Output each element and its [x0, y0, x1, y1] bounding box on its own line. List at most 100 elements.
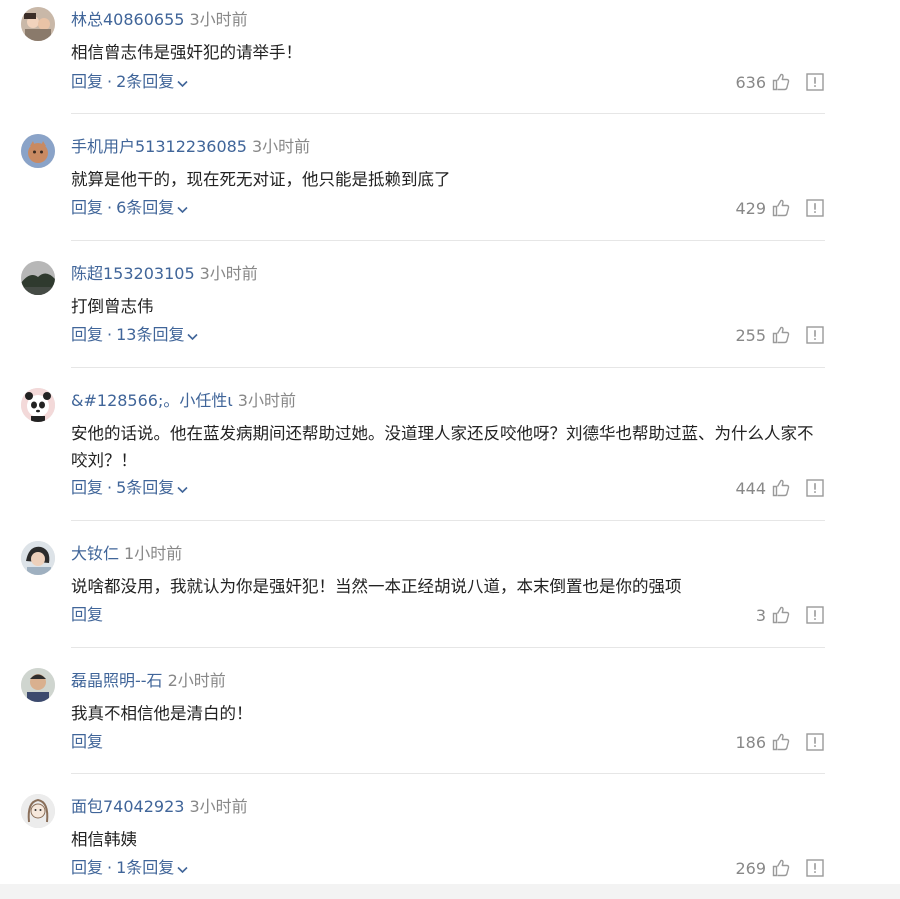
chevron-down-icon: [177, 478, 188, 500]
comment-time: 3小时前: [189, 10, 248, 29]
like-count: 429: [735, 198, 766, 218]
like-area: 636: [735, 71, 824, 93]
bottom-edge: [0, 884, 900, 899]
username-link[interactable]: 磊晶照明--石: [71, 671, 163, 690]
reply-count-label: 1条回复: [116, 858, 175, 877]
report-icon[interactable]: [806, 479, 824, 497]
comment-divider: [71, 113, 825, 114]
comment-time: 3小时前: [237, 391, 296, 410]
comment-actions: 回复: [71, 731, 103, 753]
reply-button[interactable]: 回复: [71, 325, 103, 344]
separator-dot: ·: [107, 478, 113, 497]
comment-text: 说啥都没用，我就认为你是强奸犯！当然一本正经胡说八道，本末倒置也是你的强项: [71, 577, 682, 596]
comment-time: 2小时前: [167, 671, 226, 690]
thumbs-up-icon[interactable]: [771, 478, 791, 498]
like-count: 3: [755, 605, 766, 625]
comment-actions: 回复 · 13条回复: [71, 324, 199, 347]
comment-time: 3小时前: [251, 137, 311, 156]
view-replies-link[interactable]: 5条回复: [116, 478, 188, 497]
reply-button[interactable]: 回复: [71, 732, 103, 751]
comment-divider: [71, 240, 825, 241]
reply-button[interactable]: 回复: [71, 72, 103, 91]
avatar-default-cartoon-icon[interactable]: [21, 134, 55, 168]
report-icon[interactable]: [806, 859, 824, 877]
report-icon[interactable]: [806, 733, 824, 751]
comment-list: 林总40860655 3小时前 相信曾志伟是强奸犯的请举手！ 回复 · 2条回复 63…: [0, 0, 900, 899]
like-count: 444: [735, 478, 766, 498]
comment-actions: 回复 · 5条回复: [71, 477, 188, 500]
comment-time: 1小时前: [124, 544, 183, 563]
like-count: 269: [735, 858, 766, 878]
username-link[interactable]: 手机用户51312236085: [71, 137, 247, 156]
comment-text: 相信韩姨: [71, 830, 137, 849]
report-icon[interactable]: [806, 199, 824, 217]
comment-actions: 回复: [71, 604, 103, 626]
comment-meta: 手机用户51312236085 3小时前: [71, 136, 310, 158]
like-count: 186: [735, 732, 766, 752]
comment-time: 3小时前: [199, 264, 258, 283]
like-count: 255: [735, 325, 766, 345]
report-icon[interactable]: [806, 606, 824, 624]
report-icon[interactable]: [806, 326, 824, 344]
report-icon[interactable]: [806, 73, 824, 91]
comment-meta: &#128566;。小任性ι 3小时前: [71, 390, 296, 412]
separator-dot: ·: [107, 325, 113, 344]
like-area: 255: [735, 324, 824, 346]
thumbs-up-icon[interactable]: [771, 72, 791, 92]
comment-text: 就算是他干的，现在死无对证，他只能是抵赖到底了: [71, 170, 451, 189]
comment-meta: 面包74042923 3小时前: [71, 796, 248, 818]
comment-time: 3小时前: [189, 797, 248, 816]
avatar-panda-icon[interactable]: [21, 388, 55, 422]
avatar-man-portrait-icon[interactable]: [21, 668, 55, 702]
comment-divider: [71, 367, 825, 368]
view-replies-link[interactable]: 1条回复: [116, 858, 188, 877]
username-link[interactable]: 陈超153203105: [71, 264, 195, 283]
view-replies-link[interactable]: 6条回复: [116, 198, 188, 217]
comment-text: 安他的话说。他在蓝发病期间还帮助过她。没道理人家还反咬他呀？刘德华也帮助过蓝、为…: [71, 424, 814, 470]
like-area: 444: [735, 477, 824, 499]
comment-actions: 回复 · 2条回复: [71, 71, 188, 94]
username-link[interactable]: 大钕仁: [71, 544, 119, 563]
chevron-down-icon: [177, 72, 188, 94]
chevron-down-icon: [177, 198, 188, 220]
reply-button[interactable]: 回复: [71, 478, 103, 497]
thumbs-up-icon[interactable]: [771, 858, 791, 878]
reply-count-label: 6条回复: [116, 198, 175, 217]
avatar-woman-portrait-icon[interactable]: [21, 541, 55, 575]
reply-count-label: 5条回复: [116, 478, 175, 497]
username-link[interactable]: &#128566;。小任性ι: [71, 391, 233, 410]
like-area: 429: [735, 197, 824, 219]
separator-dot: ·: [107, 72, 113, 91]
username-link[interactable]: 林总40860655: [71, 10, 184, 29]
comment-divider: [71, 647, 825, 648]
reply-count-label: 2条回复: [116, 72, 175, 91]
chevron-down-icon: [187, 325, 199, 347]
avatar-sketch-icon[interactable]: [21, 794, 55, 828]
like-area: 3: [756, 604, 824, 626]
comment-text: 我真不相信他是清白的！: [71, 704, 253, 723]
like-area: 269: [735, 857, 824, 879]
reply-button[interactable]: 回复: [71, 198, 103, 217]
comment-meta: 大钕仁 1小时前: [71, 543, 182, 565]
avatar-landscape-icon[interactable]: [21, 261, 55, 295]
thumbs-up-icon[interactable]: [771, 325, 791, 345]
comment-meta: 磊晶照明--石 2小时前: [71, 670, 226, 692]
reply-button[interactable]: 回复: [71, 858, 103, 877]
comment-actions: 回复 · 6条回复: [71, 197, 188, 220]
reply-count-label: 13条回复: [116, 325, 185, 344]
view-replies-link[interactable]: 13条回复: [116, 325, 199, 347]
avatar-photo-two-kids-icon[interactable]: [21, 7, 55, 41]
separator-dot: ·: [107, 198, 113, 217]
chevron-down-icon: [177, 858, 188, 880]
thumbs-up-icon[interactable]: [771, 732, 791, 752]
comment-actions: 回复 · 1条回复: [71, 857, 188, 880]
reply-button[interactable]: 回复: [71, 605, 103, 624]
username-link[interactable]: 面包74042923: [71, 797, 184, 816]
separator-dot: ·: [107, 858, 113, 877]
like-count: 636: [735, 72, 766, 92]
comment-meta: 陈超153203105 3小时前: [71, 263, 258, 285]
view-replies-link[interactable]: 2条回复: [116, 72, 188, 91]
comment-text: 打倒曾志伟: [71, 297, 154, 316]
thumbs-up-icon[interactable]: [771, 605, 791, 625]
thumbs-up-icon[interactable]: [771, 198, 791, 218]
